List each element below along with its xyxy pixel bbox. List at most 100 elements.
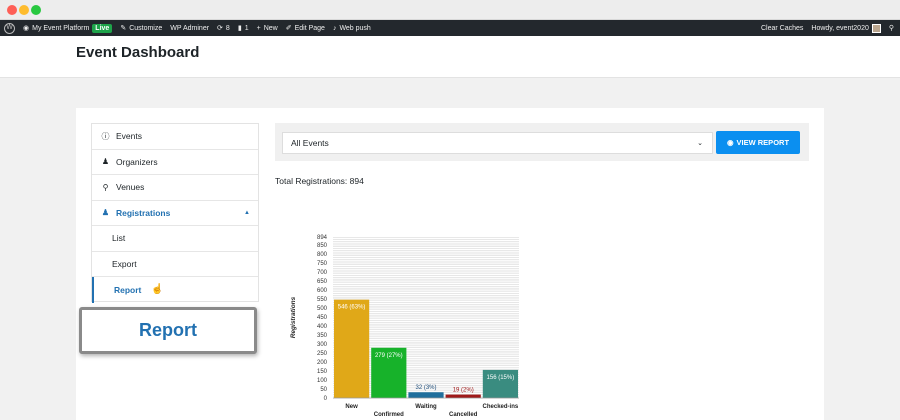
dashboard-icon: ◉: [23, 25, 30, 32]
customize-link[interactable]: ✎ Customize: [120, 24, 163, 33]
data-label: 546 (63%): [338, 305, 366, 311]
howdy-label: Howdy, event2020: [811, 24, 869, 32]
total-registrations: Total Registrations: 894: [275, 176, 364, 186]
bar-waiting: [408, 392, 444, 398]
bar-cancelled: [445, 394, 481, 398]
wordpress-logo-icon[interactable]: W: [4, 22, 15, 34]
eye-icon: ◉: [726, 138, 734, 147]
x-tick-label: Waiting: [415, 404, 437, 410]
y-tick-label: 150: [317, 369, 328, 375]
user-icon: ♟: [101, 157, 110, 167]
x-tick-label: New: [345, 404, 358, 410]
admin-bar: W ◉ My Event Platform Live ✎ Customize W…: [0, 20, 900, 36]
clear-caches-link[interactable]: Clear Caches: [761, 25, 803, 32]
sidebar-item-venues[interactable]: ⚲ Venues: [92, 175, 258, 201]
comment-icon: ▮: [237, 25, 242, 32]
sidebar-item-label: Report: [114, 284, 142, 295]
sidebar-item-label: Venues: [116, 182, 145, 193]
page-title: Event Dashboard: [76, 44, 200, 61]
maximize-window-button[interactable]: [31, 5, 41, 15]
data-label: 19 (2%): [453, 388, 474, 394]
account-menu[interactable]: Howdy, event2020: [811, 23, 881, 33]
y-tick-label: 700: [317, 270, 328, 276]
y-tick-label: 600: [317, 288, 328, 294]
page-header: Event Dashboard: [0, 36, 900, 78]
event-select[interactable]: All Events ⌄: [282, 132, 713, 154]
y-tick-label: 450: [317, 315, 328, 321]
wp-adminer-link[interactable]: WP Adminer: [170, 25, 209, 32]
data-label: 32 (3%): [415, 385, 436, 391]
sidebar-item-label: Events: [116, 131, 142, 142]
y-tick-label: 0: [324, 396, 328, 402]
y-tick-label: 50: [320, 387, 327, 393]
search-icon[interactable]: ⚲: [889, 24, 894, 32]
avatar: [871, 23, 881, 33]
edit-page-label: Edit Page: [294, 24, 325, 32]
comments-link[interactable]: ▮ 1: [237, 24, 249, 33]
sidebar-item-label: Registrations: [116, 207, 171, 218]
y-tick-label: 250: [317, 351, 328, 357]
x-tick-label: Cancelled: [449, 412, 478, 418]
sidebar-item-label: Export: [112, 258, 137, 269]
bar-new: [334, 299, 370, 398]
y-tick-label: 350: [317, 333, 328, 339]
sidebar-subitem-report[interactable]: Report ☝: [92, 277, 258, 303]
y-tick-label: 894: [317, 235, 328, 241]
new-content-link[interactable]: + New: [257, 25, 278, 32]
hand-cursor-icon: ☝: [151, 284, 164, 296]
y-tick-label: 400: [317, 324, 328, 330]
close-window-button[interactable]: [7, 5, 17, 15]
registrations-chart: 0 50 100 150 200 250 300 350 400 450 500 550 600 650 7…: [290, 235, 519, 418]
y-tick-label: 300: [317, 342, 328, 348]
sidebar-subitem-export[interactable]: Export: [92, 252, 258, 277]
y-tick-label: 850: [317, 243, 328, 249]
live-badge: Live: [92, 23, 113, 33]
chevron-down-icon: ⌄: [697, 140, 703, 147]
customize-label: Customize: [129, 24, 163, 32]
web-push-label: Web push: [339, 24, 371, 32]
info-circle-icon: ⓘ: [101, 131, 110, 141]
window-chrome: [0, 0, 900, 20]
sidebar-item-label: Organizers: [116, 156, 158, 167]
sidebar-subitem-list[interactable]: List: [92, 226, 258, 252]
x-tick-label: Confirmed: [374, 412, 404, 418]
data-label: 279 (27%): [375, 353, 403, 359]
x-tick-label: Checked-ins: [483, 404, 519, 410]
sidebar-item-organizers[interactable]: ♟ Organizers: [92, 150, 258, 175]
wp-adminer-label: WP Adminer: [170, 24, 210, 32]
y-tick-label: 100: [317, 378, 328, 384]
plus-icon: +: [256, 24, 261, 32]
filter-bar: All Events ⌄ ◉ VIEW REPORT: [275, 123, 809, 161]
pencil-icon: ✐: [285, 25, 292, 32]
new-label: New: [263, 24, 278, 32]
minimize-window-button[interactable]: [19, 5, 29, 15]
y-tick-label: 800: [317, 252, 328, 258]
users-icon: ♟: [101, 208, 110, 218]
edit-page-link[interactable]: ✐ Edit Page: [285, 24, 325, 33]
sidebar-item-events[interactable]: ⓘ Events: [92, 124, 258, 150]
y-tick-label: 650: [317, 279, 328, 285]
site-name-link[interactable]: ◉ My Event Platform Live: [23, 23, 113, 33]
view-report-button[interactable]: ◉ VIEW REPORT: [716, 131, 800, 154]
comments-count: 1: [244, 24, 249, 32]
view-report-label: VIEW REPORT: [736, 138, 790, 147]
sidebar-item-registrations[interactable]: ♟ Registrations ▲: [92, 201, 258, 226]
updates-link[interactable]: ⟳ 8: [217, 24, 230, 33]
caret-up-icon: ▲: [244, 209, 250, 216]
y-tick-label: 200: [317, 360, 328, 366]
y-axis-label: Registrations: [290, 296, 297, 338]
y-tick-label: 550: [317, 297, 328, 303]
data-label: 156 (15%): [487, 375, 515, 381]
site-name-label: My Event Platform: [32, 24, 90, 32]
updates-count: 8: [225, 24, 230, 32]
sidebar-menu: ⓘ Events ♟ Organizers ⚲ Venues ♟ Registr…: [91, 123, 259, 303]
map-pin-icon: ⚲: [102, 182, 109, 192]
web-push-link[interactable]: ♪ Web push: [333, 25, 371, 32]
y-tick-label: 750: [317, 261, 328, 267]
report-callout: Report: [79, 307, 257, 354]
sidebar-item-label: List: [112, 233, 126, 244]
refresh-icon: ⟳: [217, 25, 223, 32]
y-tick-label: 500: [317, 306, 328, 312]
bell-icon: ♪: [332, 24, 337, 32]
brush-icon: ✎: [120, 25, 127, 32]
